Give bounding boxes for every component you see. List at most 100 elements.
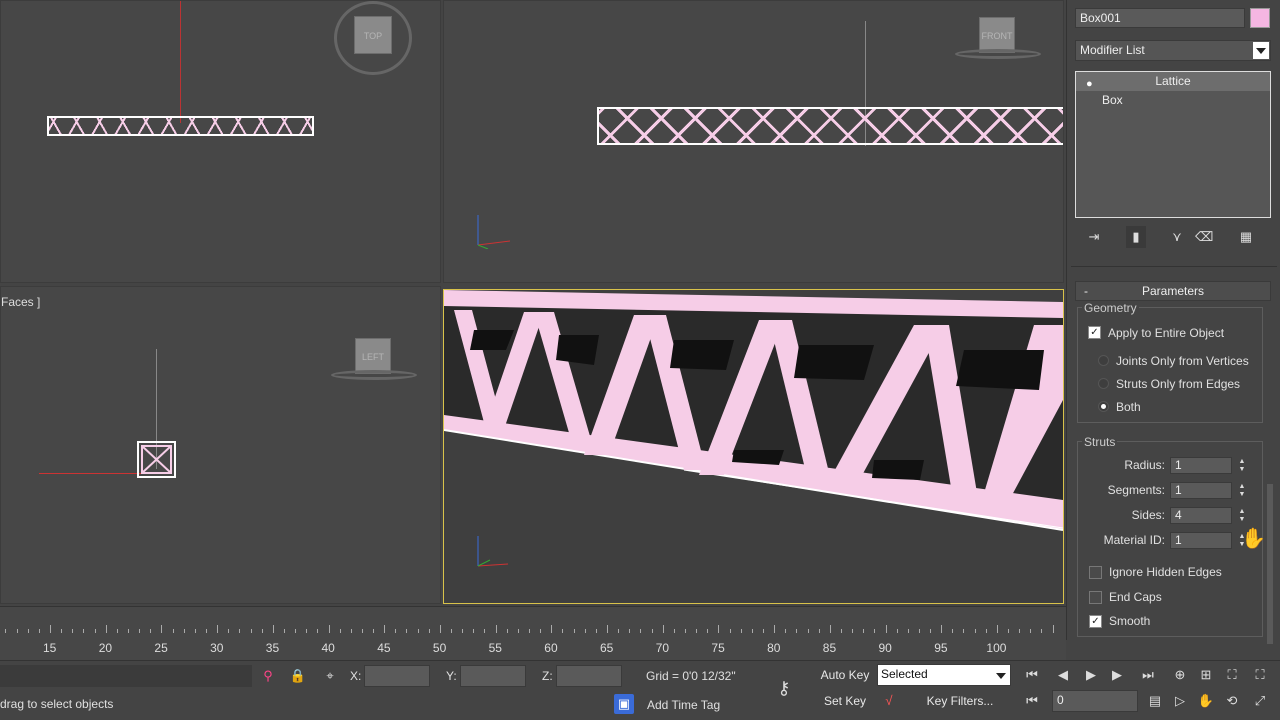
timeline-tick [907, 629, 909, 633]
viewcube-front[interactable]: FRONT [979, 17, 1015, 53]
pan-icon[interactable]: ✋ [1196, 691, 1216, 711]
timeline-tick [1019, 629, 1021, 633]
timeline-tick [306, 629, 308, 633]
make-unique-icon[interactable]: ⋎ [1168, 228, 1186, 246]
viewcube-left[interactable]: LEFT [355, 338, 391, 374]
truss-left-view[interactable] [137, 441, 177, 479]
timeline-tick [852, 629, 854, 633]
play-icon[interactable]: ▶ [1081, 665, 1101, 685]
timeline-tick [228, 629, 230, 633]
next-frame-icon[interactable]: ▶ [1107, 665, 1127, 685]
go-to-start-icon[interactable]: ⏮ [1022, 665, 1042, 685]
timeline-tick [105, 625, 107, 633]
timeline-tick [762, 629, 764, 633]
pin-stack-icon[interactable]: ⇥ [1085, 228, 1103, 246]
end-caps-checkbox[interactable] [1089, 591, 1102, 604]
y-coord-field[interactable] [460, 665, 526, 687]
radius-spinner[interactable]: ▲ ▼ [1237, 458, 1247, 474]
chevron-down-icon[interactable] [996, 673, 1006, 679]
viewport-perspective[interactable] [443, 289, 1064, 604]
timeline-tick [930, 629, 932, 633]
key-icon[interactable]: ⚷ [774, 678, 794, 698]
zoom-icon[interactable]: ⊕ [1170, 665, 1190, 685]
stack-item-box[interactable]: Box [1076, 91, 1270, 110]
apply-entire-checkbox[interactable]: ✓ [1088, 326, 1101, 339]
panel-scrollbar[interactable] [1267, 484, 1273, 644]
isolate-icon[interactable]: ⚲ [258, 666, 278, 686]
object-color-swatch[interactable] [1250, 8, 1270, 28]
viewport-top[interactable]: TOP [0, 0, 441, 283]
previous-frame-icon[interactable]: ◀ [1053, 665, 1073, 685]
remove-modifier-icon[interactable]: ⌫ [1195, 228, 1213, 246]
timeline-tick [662, 625, 664, 633]
timeline-tick [50, 625, 51, 633]
key-mode-icon[interactable]: √ [879, 691, 899, 711]
time-tag-icon[interactable]: ▣ [614, 694, 634, 714]
timeline-tick [729, 629, 731, 633]
timeline-tick [139, 629, 141, 633]
key-mode-toggle-icon[interactable]: ⏮ [1022, 691, 1042, 711]
set-key-button[interactable]: Set Key [818, 690, 872, 712]
ignore-hidden-label: Ignore Hidden Edges [1109, 565, 1222, 579]
modifier-list-dropdown[interactable]: Modifier List [1075, 40, 1271, 61]
chevron-down-icon[interactable] [1253, 42, 1269, 59]
collapse-toggle[interactable]: - [1084, 282, 1088, 300]
timeline-tick [506, 629, 508, 633]
zoom-all-icon[interactable]: ⊞ [1196, 665, 1216, 685]
radio-both[interactable] [1098, 401, 1109, 412]
smooth-checkbox[interactable]: ✓ [1089, 615, 1102, 628]
add-time-tag[interactable]: Add Time Tag [647, 698, 720, 712]
z-coord-field[interactable] [556, 665, 622, 687]
stack-item-lattice[interactable]: ● Lattice [1076, 72, 1270, 91]
maxscript-listener[interactable] [0, 665, 252, 687]
segments-input[interactable]: 1 [1170, 482, 1232, 499]
configure-sets-icon[interactable]: ▦ [1237, 228, 1255, 246]
truss-front-view[interactable] [597, 107, 1063, 145]
ignore-hidden-checkbox[interactable] [1089, 566, 1102, 579]
radio-joints-only[interactable] [1098, 355, 1109, 366]
show-end-result-icon[interactable]: ▮ [1127, 228, 1145, 246]
field-of-view-icon[interactable]: ▤ [1145, 691, 1165, 711]
maximize-viewport-icon[interactable]: ⤢ [1250, 691, 1270, 711]
viewport-left[interactable]: Faces ] LEFT [0, 286, 441, 604]
lock-icon[interactable]: 🔒 [288, 666, 308, 686]
object-name-field[interactable]: Box001 [1075, 8, 1245, 28]
segments-spinner[interactable]: ▲ ▼ [1237, 483, 1247, 499]
zoom-extents-icon[interactable]: ⛶ [1222, 665, 1242, 685]
lightbulb-icon[interactable]: ● [1086, 75, 1093, 94]
modifier-stack[interactable]: ● Lattice Box [1075, 71, 1271, 218]
timeline-tick [540, 629, 542, 633]
timeline-tick [640, 629, 642, 633]
zoom-extents-all-icon[interactable]: ⛶ [1250, 665, 1270, 685]
viewport-area[interactable]: TOP FRONT Faces ] LEFT [0, 0, 1066, 606]
timeline-tick-label: 25 [154, 641, 168, 655]
timeline-tick [551, 625, 553, 633]
auto-key-button[interactable]: Auto Key [814, 664, 876, 686]
fov-icon[interactable]: ▷ [1170, 691, 1190, 711]
orbit-icon[interactable]: ⟲ [1222, 691, 1242, 711]
timeline-tick [573, 629, 575, 633]
radius-input[interactable]: 1 [1170, 457, 1232, 474]
x-coord-field[interactable] [364, 665, 430, 687]
go-to-end-icon[interactable]: ⏭ [1138, 665, 1158, 685]
viewport-front[interactable]: FRONT [443, 0, 1064, 283]
sides-input[interactable]: 4 [1170, 507, 1232, 524]
selection-set-dropdown[interactable]: Selected [877, 664, 1011, 686]
viewcube-top[interactable]: TOP [354, 16, 392, 54]
timeline-tick [651, 629, 653, 633]
viewcube-ring[interactable] [331, 370, 417, 380]
absolute-mode-icon[interactable]: ⌖ [320, 666, 340, 686]
parameters-rollout-header[interactable]: - Parameters [1075, 281, 1271, 301]
truss-perspective[interactable] [444, 290, 1063, 603]
material-id-input[interactable]: 1 [1170, 532, 1232, 549]
timeline[interactable]: 15 20 25 30 35 40 45 50 55 60 65 70 75 80 85 90 95 100 [0, 606, 1066, 660]
timeline-tick [150, 629, 152, 633]
current-frame-field[interactable]: 0 [1052, 690, 1138, 712]
radio-struts-only[interactable] [1098, 378, 1109, 389]
timeline-tick [339, 629, 341, 633]
sides-spinner[interactable]: ▲ ▼ [1237, 508, 1247, 524]
viewcube-ring[interactable] [955, 49, 1041, 59]
viewport-label[interactable]: Faces ] [1, 295, 40, 309]
truss-top-view[interactable] [47, 116, 314, 136]
key-filters-button[interactable]: Key Filters... [912, 690, 1008, 712]
